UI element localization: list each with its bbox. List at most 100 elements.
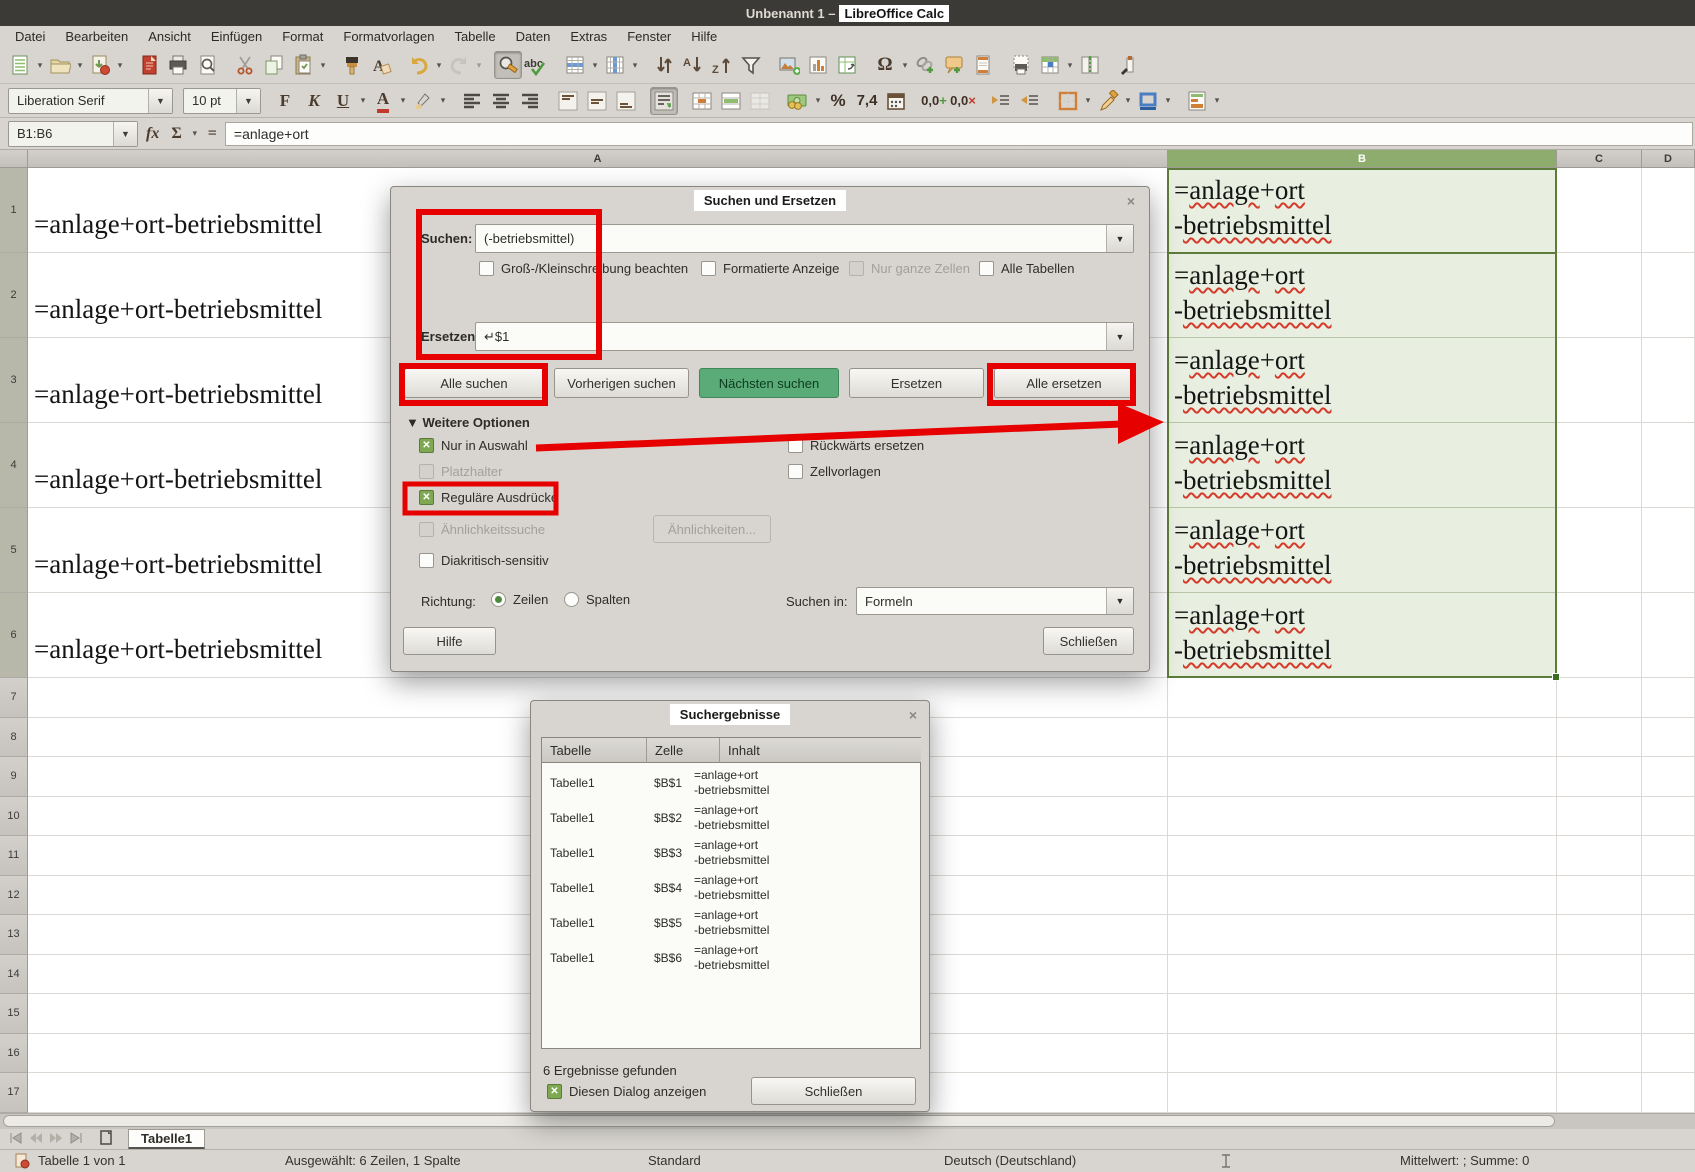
selection-info[interactable]: Ausgewählt: 6 Zeilen, 1 Spalte <box>285 1153 461 1168</box>
results-col-content[interactable]: Inhalt <box>720 738 921 763</box>
menu-item-hilfe[interactable]: Hilfe <box>682 27 726 46</box>
wrap-text-icon[interactable] <box>650 87 678 115</box>
print-preview-icon[interactable] <box>193 51 221 79</box>
results-row-b3[interactable]: Tabelle1$B$3=anlage+ort-betriebsmittel <box>542 836 920 871</box>
cell-B6[interactable]: =anlage+ort-betriebsmittel <box>1168 593 1557 678</box>
name-box-dropdown-icon[interactable]: ▼ <box>113 122 137 146</box>
cell-D8[interactable] <box>1642 718 1695 758</box>
results-table[interactable]: Tabelle Zelle Inhalt Tabelle1$B$1=anlage… <box>541 737 921 1049</box>
cell-C14[interactable] <box>1557 955 1642 995</box>
cell-D12[interactable] <box>1642 876 1695 916</box>
cell-C8[interactable] <box>1557 718 1642 758</box>
find-dialog-close-button[interactable]: Schließen <box>1043 627 1134 655</box>
menu-item-fenster[interactable]: Fenster <box>618 27 680 46</box>
find-all-button[interactable]: Alle suchen <box>404 368 544 398</box>
cell-C2[interactable] <box>1557 253 1642 338</box>
menu-item-bearbeiten[interactable]: Bearbeiten <box>56 27 137 46</box>
redo-icon[interactable] <box>445 51 473 79</box>
merge-cells-icon[interactable] <box>717 87 745 115</box>
special-character-icon[interactable]: Ω <box>871 51 899 79</box>
similarities-button[interactable]: Ähnlichkeiten... <box>653 515 771 543</box>
special-character-dropdown-icon[interactable]: ▾ <box>900 60 910 71</box>
border-color-icon[interactable] <box>1134 87 1162 115</box>
row-header-13[interactable]: 13 <box>0 915 28 955</box>
draw-functions-icon[interactable] <box>1114 51 1142 79</box>
border-style-dropdown-icon[interactable]: ▾ <box>1123 95 1133 106</box>
search-option-checkbox-2[interactable]: Nur ganze Zellen <box>849 261 970 276</box>
conditional-formatting-dropdown-icon[interactable]: ▾ <box>1212 95 1222 106</box>
row-header-15[interactable]: 15 <box>0 994 28 1034</box>
row-header-12[interactable]: 12 <box>0 876 28 916</box>
cell-D14[interactable] <box>1642 955 1695 995</box>
results-row-b2[interactable]: Tabelle1$B$2=anlage+ort-betriebsmittel <box>542 801 920 836</box>
cell-B8[interactable] <box>1168 718 1557 758</box>
export-pdf-icon[interactable] <box>135 51 163 79</box>
undo-icon[interactable] <box>405 51 433 79</box>
cell-C3[interactable] <box>1557 338 1642 423</box>
results-row-b6[interactable]: Tabelle1$B$6=anlage+ort-betriebsmittel <box>542 941 920 976</box>
paste-dropdown-icon[interactable]: ▾ <box>318 60 328 71</box>
find-replace-icon[interactable] <box>494 51 522 79</box>
cell-B15[interactable] <box>1168 994 1557 1034</box>
results-close-button[interactable]: Schließen <box>751 1077 916 1105</box>
save-dropdown-icon[interactable]: ▾ <box>115 60 125 71</box>
date-format-icon[interactable] <box>882 87 910 115</box>
underline-dropdown-icon[interactable]: ▾ <box>358 95 368 106</box>
cell-D6[interactable] <box>1642 593 1695 678</box>
column-header-a[interactable]: A <box>28 150 1168 168</box>
row-header-9[interactable]: 9 <box>0 757 28 797</box>
text-language[interactable]: Deutsch (Deutschland) <box>944 1153 1076 1168</box>
font-size-combo[interactable]: 10 pt ▼ <box>183 88 261 114</box>
selection-stats[interactable]: Mittelwert: ; Summe: 0 <box>1400 1153 1529 1168</box>
bold-icon[interactable]: F <box>271 87 299 115</box>
row-header-11[interactable]: 11 <box>0 836 28 876</box>
clone-formatting-icon[interactable] <box>338 51 366 79</box>
cell-B12[interactable] <box>1168 876 1557 916</box>
borders-dropdown-icon[interactable]: ▾ <box>1083 95 1093 106</box>
align-center-icon[interactable] <box>487 87 515 115</box>
menu-item-formatvorlagen[interactable]: Formatvorlagen <box>334 27 443 46</box>
equals-icon[interactable]: = <box>204 125 221 143</box>
document-modified-icon[interactable] <box>14 1153 30 1172</box>
cell-D9[interactable] <box>1642 757 1695 797</box>
row-header-16[interactable]: 16 <box>0 1034 28 1074</box>
clear-formatting-icon[interactable]: A <box>367 51 395 79</box>
font-size-dropdown-icon[interactable]: ▼ <box>236 89 260 113</box>
menu-item-tabelle[interactable]: Tabelle <box>445 27 504 46</box>
cell-C6[interactable] <box>1557 593 1642 678</box>
replace-combo[interactable]: ↵$1 ▼ <box>475 322 1134 351</box>
merge-center-cells-icon[interactable] <box>688 87 716 115</box>
insert-pivot-table-icon[interactable] <box>833 51 861 79</box>
add-decimal-icon[interactable]: 0,0+ <box>920 87 948 115</box>
freeze-dropdown-icon[interactable]: ▾ <box>1065 60 1075 71</box>
next-sheet-icon[interactable] <box>48 1132 64 1147</box>
underline-icon[interactable]: U <box>329 87 357 115</box>
cell-C12[interactable] <box>1557 876 1642 916</box>
results-col-cell[interactable]: Zelle <box>647 738 720 763</box>
cell-C13[interactable] <box>1557 915 1642 955</box>
replace-backwards-checkbox[interactable]: Rückwärts ersetzen <box>788 438 924 453</box>
font-name-dropdown-icon[interactable]: ▼ <box>148 89 172 113</box>
cell-D10[interactable] <box>1642 797 1695 837</box>
sort-ascending-icon[interactable]: A <box>679 51 707 79</box>
highlight-color-icon[interactable] <box>409 87 437 115</box>
cell-C9[interactable] <box>1557 757 1642 797</box>
sheet-info[interactable]: Tabelle 1 von 1 <box>38 1153 125 1168</box>
insert-comment-icon[interactable] <box>940 51 968 79</box>
cell-D17[interactable] <box>1642 1073 1695 1113</box>
cell-B3[interactable]: =anlage+ort-betriebsmittel <box>1168 338 1557 423</box>
align-left-icon[interactable] <box>458 87 486 115</box>
column-dropdown-icon[interactable]: ▾ <box>630 60 640 71</box>
cell-B5[interactable]: =anlage+ort-betriebsmittel <box>1168 508 1557 593</box>
split-window-icon[interactable] <box>1076 51 1104 79</box>
cell-D11[interactable] <box>1642 836 1695 876</box>
cell-B10[interactable] <box>1168 797 1557 837</box>
number-format-icon[interactable]: 7,4 <box>853 87 881 115</box>
font-name-combo[interactable]: Liberation Serif ▼ <box>8 88 173 114</box>
cell-C4[interactable] <box>1557 423 1642 508</box>
find-next-button[interactable]: Nächsten suchen <box>699 368 839 398</box>
cell-D3[interactable] <box>1642 338 1695 423</box>
search-in-dropdown-icon[interactable]: ▼ <box>1106 588 1133 614</box>
cell-B16[interactable] <box>1168 1034 1557 1074</box>
hyperlink-icon[interactable] <box>911 51 939 79</box>
